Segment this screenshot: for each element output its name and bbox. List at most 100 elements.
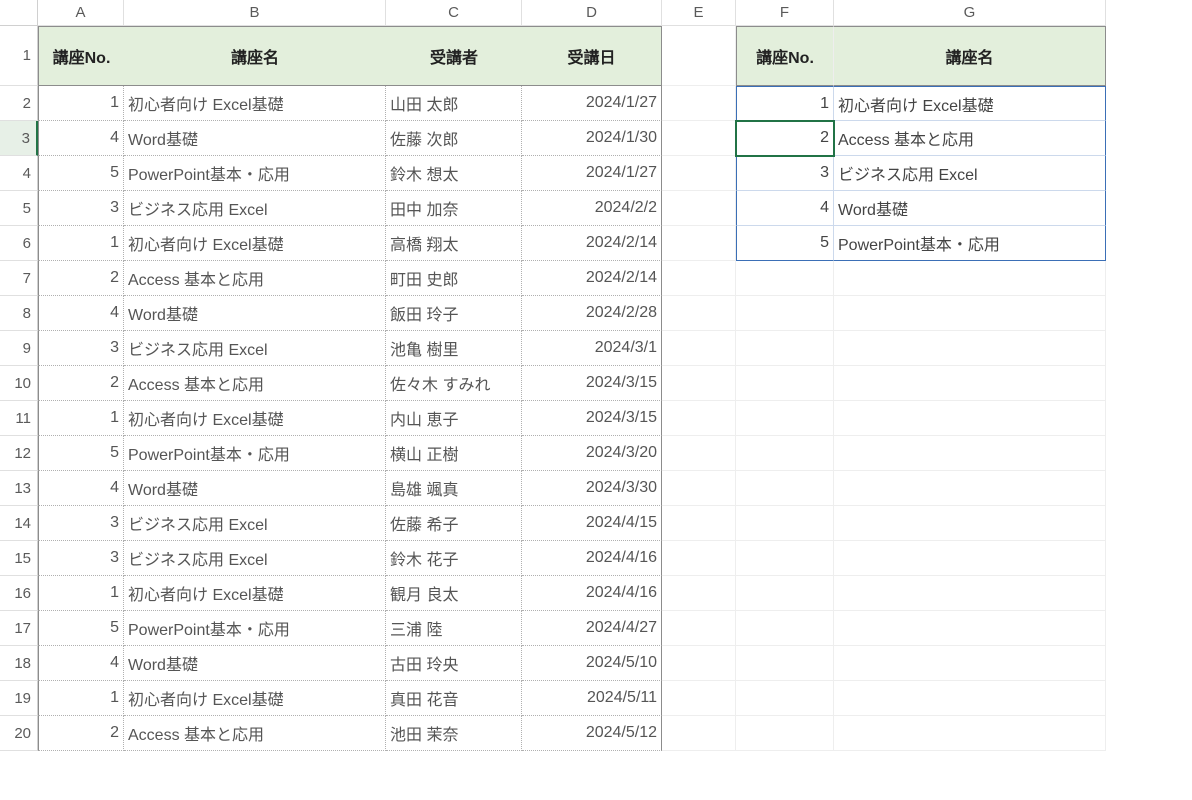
cell-C9[interactable]: 池亀 樹里 (386, 331, 522, 366)
col-header-G[interactable]: G (834, 0, 1106, 26)
cell-F1[interactable]: 講座No. (736, 26, 834, 86)
cell-D6[interactable]: 2024/2/14 (522, 226, 662, 261)
cell-A12[interactable]: 5 (38, 436, 124, 471)
cell-D16[interactable]: 2024/4/16 (522, 576, 662, 611)
cell-E8[interactable] (662, 296, 736, 331)
cell-A5[interactable]: 3 (38, 191, 124, 226)
cell-E7[interactable] (662, 261, 736, 296)
cell-G8[interactable] (834, 296, 1106, 331)
cell-G1[interactable]: 講座名 (834, 26, 1106, 86)
cell-D19[interactable]: 2024/5/11 (522, 681, 662, 716)
cell-A14[interactable]: 3 (38, 506, 124, 541)
cell-B7[interactable]: Access 基本と応用 (124, 261, 386, 296)
cell-A2[interactable]: 1 (38, 86, 124, 121)
cell-E1[interactable] (662, 26, 736, 86)
cell-D11[interactable]: 2024/3/15 (522, 401, 662, 436)
cell-B9[interactable]: ビジネス応用 Excel (124, 331, 386, 366)
cell-C2[interactable]: 山田 太郎 (386, 86, 522, 121)
cell-G5[interactable]: Word基礎 (834, 191, 1106, 226)
row-header-4[interactable]: 4 (0, 156, 38, 191)
cell-A9[interactable]: 3 (38, 331, 124, 366)
cell-C15[interactable]: 鈴木 花子 (386, 541, 522, 576)
cell-E14[interactable] (662, 506, 736, 541)
cell-D4[interactable]: 2024/1/27 (522, 156, 662, 191)
cell-D3[interactable]: 2024/1/30 (522, 121, 662, 156)
cell-D13[interactable]: 2024/3/30 (522, 471, 662, 506)
cell-A19[interactable]: 1 (38, 681, 124, 716)
cell-G19[interactable] (834, 681, 1106, 716)
cell-B19[interactable]: 初心者向け Excel基礎 (124, 681, 386, 716)
cell-G9[interactable] (834, 331, 1106, 366)
cell-E9[interactable] (662, 331, 736, 366)
cell-B8[interactable]: Word基礎 (124, 296, 386, 331)
cell-C20[interactable]: 池田 茉奈 (386, 716, 522, 751)
cell-C4[interactable]: 鈴木 想太 (386, 156, 522, 191)
cell-D8[interactable]: 2024/2/28 (522, 296, 662, 331)
row-header-1[interactable]: 1 (0, 26, 38, 86)
cell-E12[interactable] (662, 436, 736, 471)
cell-C7[interactable]: 町田 史郎 (386, 261, 522, 296)
cell-F7[interactable] (736, 261, 834, 296)
cell-E5[interactable] (662, 191, 736, 226)
col-header-F[interactable]: F (736, 0, 834, 26)
cell-D17[interactable]: 2024/4/27 (522, 611, 662, 646)
cell-G11[interactable] (834, 401, 1106, 436)
cell-F13[interactable] (736, 471, 834, 506)
cell-B18[interactable]: Word基礎 (124, 646, 386, 681)
cell-B14[interactable]: ビジネス応用 Excel (124, 506, 386, 541)
cell-A4[interactable]: 5 (38, 156, 124, 191)
cell-B20[interactable]: Access 基本と応用 (124, 716, 386, 751)
row-header-19[interactable]: 19 (0, 681, 38, 716)
cell-A16[interactable]: 1 (38, 576, 124, 611)
cell-B11[interactable]: 初心者向け Excel基礎 (124, 401, 386, 436)
cell-G12[interactable] (834, 436, 1106, 471)
cell-C17[interactable]: 三浦 陸 (386, 611, 522, 646)
cell-E3[interactable] (662, 121, 736, 156)
cell-G18[interactable] (834, 646, 1106, 681)
cell-E17[interactable] (662, 611, 736, 646)
cell-G15[interactable] (834, 541, 1106, 576)
cell-A15[interactable]: 3 (38, 541, 124, 576)
row-header-13[interactable]: 13 (0, 471, 38, 506)
cell-E2[interactable] (662, 86, 736, 121)
cell-F19[interactable] (736, 681, 834, 716)
cell-F5[interactable]: 4 (736, 191, 834, 226)
cell-D14[interactable]: 2024/4/15 (522, 506, 662, 541)
col-header-E[interactable]: E (662, 0, 736, 26)
row-header-18[interactable]: 18 (0, 646, 38, 681)
cell-A20[interactable]: 2 (38, 716, 124, 751)
cell-C6[interactable]: 高橋 翔太 (386, 226, 522, 261)
cell-G20[interactable] (834, 716, 1106, 751)
cell-E20[interactable] (662, 716, 736, 751)
cell-C16[interactable]: 観月 良太 (386, 576, 522, 611)
cell-B3[interactable]: Word基礎 (124, 121, 386, 156)
cell-G16[interactable] (834, 576, 1106, 611)
cell-B15[interactable]: ビジネス応用 Excel (124, 541, 386, 576)
cell-A7[interactable]: 2 (38, 261, 124, 296)
cell-G4[interactable]: ビジネス応用 Excel (834, 156, 1106, 191)
cell-A10[interactable]: 2 (38, 366, 124, 401)
cell-B16[interactable]: 初心者向け Excel基礎 (124, 576, 386, 611)
cell-F6[interactable]: 5 (736, 226, 834, 261)
cell-E16[interactable] (662, 576, 736, 611)
row-header-3[interactable]: 3 (0, 121, 38, 156)
cell-F10[interactable] (736, 366, 834, 401)
cell-A13[interactable]: 4 (38, 471, 124, 506)
cell-B4[interactable]: PowerPoint基本・応用 (124, 156, 386, 191)
col-header-B[interactable]: B (124, 0, 386, 26)
cell-A11[interactable]: 1 (38, 401, 124, 436)
cell-E18[interactable] (662, 646, 736, 681)
cell-G7[interactable] (834, 261, 1106, 296)
cell-D2[interactable]: 2024/1/27 (522, 86, 662, 121)
cell-A3[interactable]: 4 (38, 121, 124, 156)
cell-C12[interactable]: 横山 正樹 (386, 436, 522, 471)
cell-F11[interactable] (736, 401, 834, 436)
cell-G3[interactable]: Access 基本と応用 (834, 121, 1106, 156)
cell-E19[interactable] (662, 681, 736, 716)
cell-G13[interactable] (834, 471, 1106, 506)
cell-D1[interactable]: 受講日 (522, 26, 662, 86)
cell-A8[interactable]: 4 (38, 296, 124, 331)
cell-G10[interactable] (834, 366, 1106, 401)
cell-D10[interactable]: 2024/3/15 (522, 366, 662, 401)
cell-F12[interactable] (736, 436, 834, 471)
